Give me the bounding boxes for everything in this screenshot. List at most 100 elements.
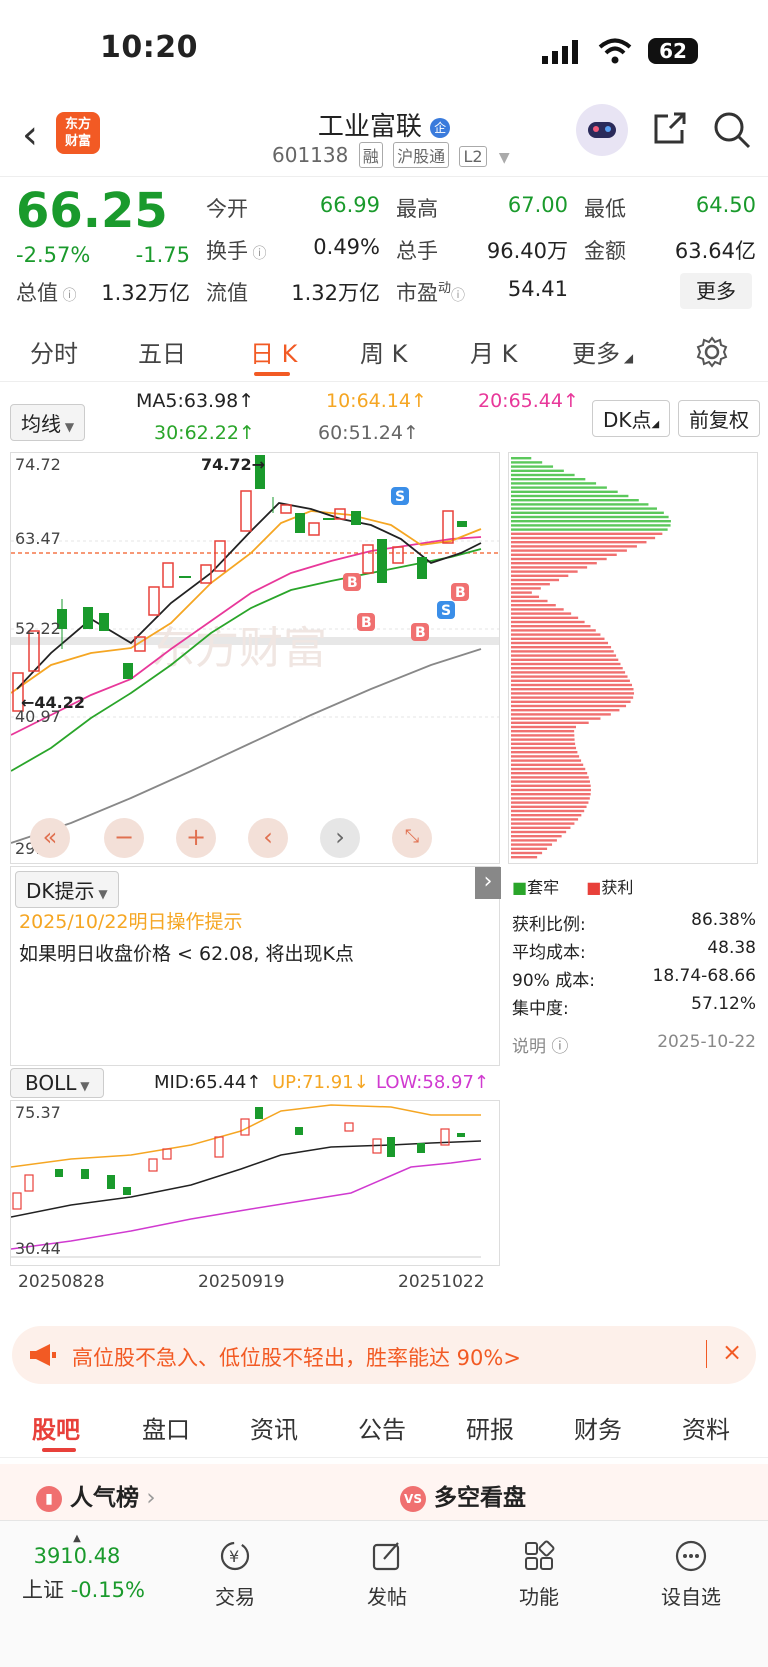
pe-label: 市盈动ⓘ [396, 277, 465, 307]
index-ticker[interactable]: ▲ 3910.48 上证 -0.15% [22, 1533, 145, 1604]
scroll-left-button[interactable]: ‹ [248, 818, 288, 858]
chip-bar [511, 847, 548, 850]
info-icon[interactable]: ⓘ [248, 246, 266, 262]
nav-add-watchlist[interactable]: 设自选 [636, 1539, 746, 1610]
stat-90-cost: 90% 成本: 18.74-68.66 [512, 966, 756, 991]
chip-bar [511, 835, 562, 838]
low-value: 64.50 [695, 193, 756, 217]
chip-bar [511, 839, 557, 842]
dk-point-button[interactable]: DK点◢ [592, 400, 671, 437]
index-value: 3910.48 [33, 1544, 121, 1568]
nav-functions[interactable]: 功能 [484, 1539, 594, 1610]
index-change-row: 上证 -0.15% [22, 1574, 145, 1604]
volume-label: 总手 [396, 239, 438, 263]
tab-weekly-k[interactable]: 周 K [360, 334, 407, 369]
boll-chart[interactable]: 75.37 30.44 [10, 1100, 500, 1266]
popularity-card[interactable]: ▮ 人气榜 › [36, 1478, 156, 1512]
chip-bar [511, 721, 589, 724]
fullscreen-icon[interactable]: ⤡ [392, 818, 432, 858]
promo-banner[interactable]: 高位股不急入、低位股不轻出，胜率能达 90%> × [12, 1326, 756, 1384]
info-icon[interactable]: ⓘ [58, 288, 76, 304]
tag-connect: 沪股通 [393, 142, 450, 168]
boll-select[interactable]: BOLL ▼ [10, 1068, 105, 1098]
chip-bar [511, 482, 597, 485]
chevron-down-icon[interactable]: ▼ [499, 150, 510, 166]
boll-y-bottom: 30.44 [15, 1239, 61, 1258]
tab-profile[interactable]: 资料 [682, 1410, 730, 1445]
chip-bar [511, 620, 585, 624]
ma5-label: MA5:63.98↑ [136, 390, 255, 412]
tab-monthly-k[interactable]: 月 K [470, 334, 517, 369]
tab-intraday[interactable]: 分时 [30, 334, 78, 369]
nav-functions-label: 功能 [519, 1585, 559, 1609]
chip-bar [511, 822, 575, 825]
indicator-select[interactable]: 均线 ▼ [10, 404, 86, 441]
y-label-top: 74.72 [15, 455, 61, 474]
robot-avatar[interactable] [576, 104, 628, 156]
zoom-out-button[interactable]: − [104, 818, 144, 858]
tab-pankou[interactable]: 盘口 [142, 1410, 190, 1445]
stat-value: 18.74-68.66 [652, 966, 756, 986]
tab-daily-k[interactable]: 日 K [250, 334, 297, 369]
chip-bar [511, 562, 597, 565]
date-label-mid: 20250919 [198, 1272, 285, 1292]
tab-more-label: 更多 [572, 340, 620, 368]
mcap-label: 总值 ⓘ [16, 277, 76, 307]
change-percent: -2.57% [16, 243, 91, 267]
chip-bar [511, 641, 609, 645]
adjust-button[interactable]: 前复权 [678, 400, 760, 437]
watermark: 东方财富 [151, 623, 327, 674]
chip-bar [511, 503, 649, 506]
chip-bar [511, 478, 586, 481]
change-amount: -1.75 [135, 243, 190, 267]
popularity-label: 人气榜 [70, 1485, 140, 1511]
chip-bar [511, 793, 591, 796]
stock-header: ‹ 东方 财富 工业富联 企 601138 融 沪股通 L2 ▼ [0, 100, 768, 172]
chip-bar [511, 461, 543, 464]
info-icon[interactable]: ⓘ [451, 288, 465, 304]
tab-research[interactable]: 研报 [466, 1410, 514, 1445]
info-icon[interactable]: ⓘ [546, 1037, 568, 1057]
search-icon[interactable] [712, 110, 752, 150]
nav-post[interactable]: 发帖 [332, 1539, 442, 1610]
expand-arrow-icon[interactable]: › [475, 867, 501, 899]
scroll-left-fast-button[interactable]: « [30, 818, 70, 858]
nav-trade[interactable]: ¥ 交易 [180, 1539, 290, 1610]
tab-finance[interactable]: 财务 [574, 1410, 622, 1445]
tab-more[interactable]: 更多 ◢ [572, 334, 633, 369]
stat-label: 获利比例: [512, 915, 586, 935]
chip-bar [511, 532, 663, 535]
chip-bar [511, 570, 578, 573]
volume-value: 96.40万 [486, 239, 568, 263]
scroll-right-button[interactable]: › [320, 818, 360, 858]
vs-icon: VS [400, 1485, 426, 1512]
more-button[interactable]: 更多 [680, 273, 752, 309]
boll-y-top: 75.37 [15, 1103, 61, 1122]
index-change: -0.15% [70, 1578, 145, 1602]
chip-bar [511, 608, 564, 611]
battery-indicator: 62 [648, 38, 698, 64]
settings-gear-icon[interactable] [696, 336, 728, 368]
tab-five-day[interactable]: 五日 [138, 334, 186, 369]
caret-icon: ◢ [620, 351, 634, 365]
chip-bar [511, 730, 575, 733]
chip-bar [511, 830, 567, 834]
dk-hint-select[interactable]: DK提示 ▼ [15, 871, 119, 908]
zoom-in-button[interactable]: + [176, 818, 216, 858]
svg-text:¥: ¥ [229, 1547, 239, 1566]
chip-bar [511, 742, 576, 745]
tab-guba[interactable]: 股吧 [32, 1410, 80, 1445]
chip-bar [511, 557, 607, 561]
note-label[interactable]: 说明 [512, 1037, 546, 1057]
close-icon[interactable]: × [722, 1338, 742, 1366]
tag-margin: 融 [358, 142, 383, 168]
tab-announcements[interactable]: 公告 [358, 1410, 406, 1445]
kline-chart[interactable]: 东方财富 S S B B B B 74.72 63.47 52.22 40.97… [10, 452, 500, 864]
high-marker-value: 74.72 [201, 455, 252, 474]
share-icon[interactable] [650, 110, 688, 148]
tab-news[interactable]: 资讯 [250, 1410, 298, 1445]
long-short-card[interactable]: VS 多空看盘 [400, 1478, 526, 1512]
chip-bar [511, 734, 575, 737]
bottom-nav: ▲ 3910.48 上证 -0.15% ¥ 交易 发帖 功能 设自选 [0, 1520, 768, 1667]
turnover-value: 0.49% [313, 235, 380, 259]
